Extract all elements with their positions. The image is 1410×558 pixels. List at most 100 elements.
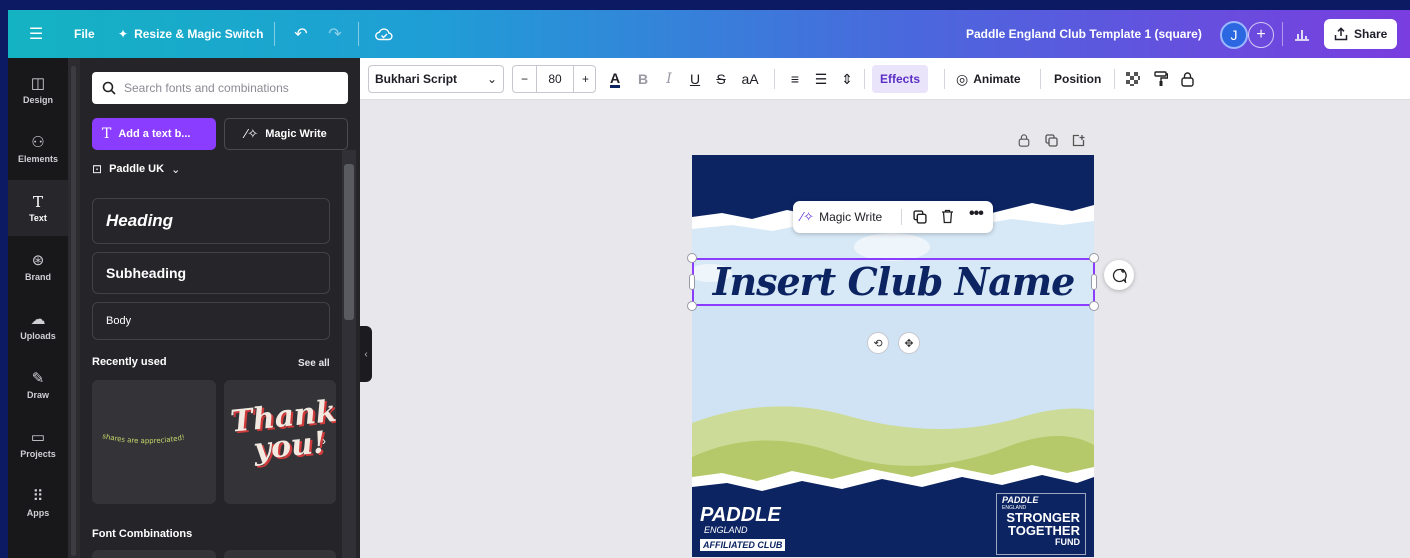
rail-item-text[interactable]: T Text xyxy=(8,180,68,236)
rail-item-label: Projects xyxy=(20,448,56,459)
rail-item-design[interactable]: ◫ Design xyxy=(8,62,68,118)
resize-handle-bottom-left[interactable] xyxy=(687,301,697,311)
search-input[interactable] xyxy=(124,81,324,95)
recent-text-thumbnail[interactable]: shares are appreciated! xyxy=(92,380,216,504)
rail-scroll-thumb[interactable] xyxy=(71,66,76,556)
canva-editor-window: ☰ File ✦ Resize & Magic Switch ↶ ↷ Paddl… xyxy=(8,10,1410,558)
panel-scroll-thumb[interactable] xyxy=(344,164,354,320)
resize-handle-bottom-right[interactable] xyxy=(1089,301,1099,311)
decrease-size-button[interactable]: − xyxy=(513,66,537,92)
text-color-icon[interactable]: A xyxy=(604,58,626,100)
curved-text-preview: shares are appreciated! xyxy=(102,432,186,445)
rail-scrollbar[interactable] xyxy=(68,58,80,558)
chevron-down-icon: ⌄ xyxy=(486,72,497,86)
trash-icon[interactable] xyxy=(941,209,954,227)
insights-chart-icon[interactable] xyxy=(1290,10,1314,58)
paint-roller-icon[interactable] xyxy=(1150,58,1172,100)
spacing-icon[interactable]: ⇕ xyxy=(836,58,858,100)
align-center-icon[interactable]: ≡ xyxy=(784,58,806,100)
move-icon[interactable]: ✥ xyxy=(898,332,920,354)
rail-item-uploads[interactable]: ☁ Uploads xyxy=(8,298,68,354)
logo-left-line2: ENGLAND xyxy=(704,525,748,535)
rail-item-label: Brand xyxy=(24,271,51,282)
text-t-icon: T xyxy=(32,192,43,211)
animate-button[interactable]: ◎ Animate xyxy=(956,58,1021,100)
magic-write-menu-button[interactable]: ⁄✧ Magic Write xyxy=(801,201,882,233)
chevron-left-icon: ‹ xyxy=(364,348,368,360)
stronger-together-fund-logo[interactable]: PADDLE ENGLAND STRONGER TOGETHER FUND xyxy=(996,493,1086,555)
lock-page-icon[interactable] xyxy=(1018,134,1030,150)
position-button[interactable]: Position xyxy=(1054,58,1101,100)
element-floating-menu: ⁄✧ Magic Write ••• xyxy=(793,201,993,233)
lock-icon[interactable] xyxy=(1176,58,1198,100)
paddle-affiliated-club-logo[interactable]: PADDLE ENGLAND AFFILIATED CLUB xyxy=(700,505,810,553)
body-style-button[interactable]: Body xyxy=(92,302,330,340)
duplicate-page-icon[interactable] xyxy=(1045,134,1058,150)
heading-label: Heading xyxy=(106,211,174,230)
body-label: Body xyxy=(106,315,132,327)
magic-write-button[interactable]: ⁄✧ Magic Write xyxy=(224,118,348,150)
effects-button[interactable]: Effects xyxy=(872,65,929,93)
undo-icon[interactable]: ↶ xyxy=(290,10,312,58)
resize-handle-left[interactable] xyxy=(689,274,695,290)
chevron-down-icon: ⌄ xyxy=(171,163,181,176)
underline-icon[interactable]: U xyxy=(684,58,706,100)
folder-icon: ▭ xyxy=(30,428,46,446)
resize-handle-right[interactable] xyxy=(1091,274,1097,290)
more-options-icon[interactable]: ••• xyxy=(969,205,984,223)
user-avatar[interactable]: J xyxy=(1220,21,1248,49)
font-family-select[interactable]: Bukhari Script ⌄ xyxy=(368,65,504,93)
hamburger-menu-icon[interactable]: ☰ xyxy=(24,10,48,58)
add-collaborator-icon[interactable]: + xyxy=(1248,22,1274,48)
subheading-style-button[interactable]: Subheading xyxy=(92,252,330,294)
chevron-right-icon[interactable]: › xyxy=(322,434,326,448)
top-bar: ☰ File ✦ Resize & Magic Switch ↶ ↷ Paddl… xyxy=(8,10,1410,58)
panel-scrollbar[interactable] xyxy=(342,150,356,558)
rail-item-label: Design xyxy=(22,94,53,105)
increase-size-button[interactable]: + xyxy=(573,66,597,92)
text-selection-box[interactable] xyxy=(692,258,1095,306)
toolbar-divider xyxy=(1040,69,1041,89)
rail-item-brand[interactable]: ⊛ Brand xyxy=(8,239,68,295)
font-combination-card[interactable] xyxy=(224,550,336,558)
add-page-icon[interactable] xyxy=(1072,134,1085,150)
rail-item-label: Text xyxy=(29,212,47,223)
letter-case-icon[interactable]: aA xyxy=(736,58,764,100)
add-text-box-button[interactable]: T Add a text b... xyxy=(92,118,216,150)
resize-handle-top-right[interactable] xyxy=(1089,253,1099,263)
resize-magic-switch-button[interactable]: ✦ Resize & Magic Switch xyxy=(118,10,263,58)
transparency-icon[interactable] xyxy=(1122,58,1144,100)
rail-item-draw[interactable]: ✎ Draw xyxy=(8,357,68,413)
share-button[interactable]: Share xyxy=(1324,19,1398,49)
add-comment-icon[interactable] xyxy=(1104,260,1134,290)
recent-text-thumbnail[interactable]: Thank you! › xyxy=(224,380,336,504)
redo-icon[interactable]: ↷ xyxy=(324,10,346,58)
heading-style-button[interactable]: Heading xyxy=(92,198,330,244)
rail-item-elements[interactable]: ⚇ Elements xyxy=(8,121,68,177)
thank-you-preview: Thank you! xyxy=(229,394,336,468)
collapse-panel-button[interactable]: ‹ xyxy=(360,326,372,382)
brand-kit-name: Paddle UK xyxy=(109,163,165,175)
topbar-divider xyxy=(358,22,359,46)
bold-icon[interactable]: B xyxy=(632,58,654,100)
font-size-value[interactable]: 80 xyxy=(537,66,573,92)
file-menu-button[interactable]: File xyxy=(74,10,95,58)
font-search-box[interactable] xyxy=(92,72,348,104)
font-combination-card[interactable] xyxy=(92,550,216,558)
animate-icon: ◎ xyxy=(956,70,969,87)
rail-item-projects[interactable]: ▭ Projects xyxy=(8,416,68,472)
italic-icon[interactable]: I xyxy=(658,58,680,100)
resize-handle-top-left[interactable] xyxy=(687,253,697,263)
rail-item-apps[interactable]: ⠿ Apps xyxy=(8,475,68,531)
document-title[interactable]: Paddle England Club Template 1 (square) xyxy=(966,10,1202,58)
list-icon[interactable]: ☰ xyxy=(810,58,832,100)
topbar-divider xyxy=(1282,22,1283,46)
brand-kit-selector[interactable]: ⊡ Paddle UK ⌄ xyxy=(92,162,180,176)
magic-write-menu-label: Magic Write xyxy=(819,210,883,224)
strikethrough-icon[interactable]: S xyxy=(710,58,732,100)
see-all-link[interactable]: See all xyxy=(298,358,330,369)
duplicate-icon[interactable] xyxy=(913,210,927,227)
font-size-stepper[interactable]: − 80 + xyxy=(512,65,596,93)
cloud-saved-icon[interactable] xyxy=(372,10,396,58)
rotate-icon[interactable]: ⟲ xyxy=(867,332,889,354)
